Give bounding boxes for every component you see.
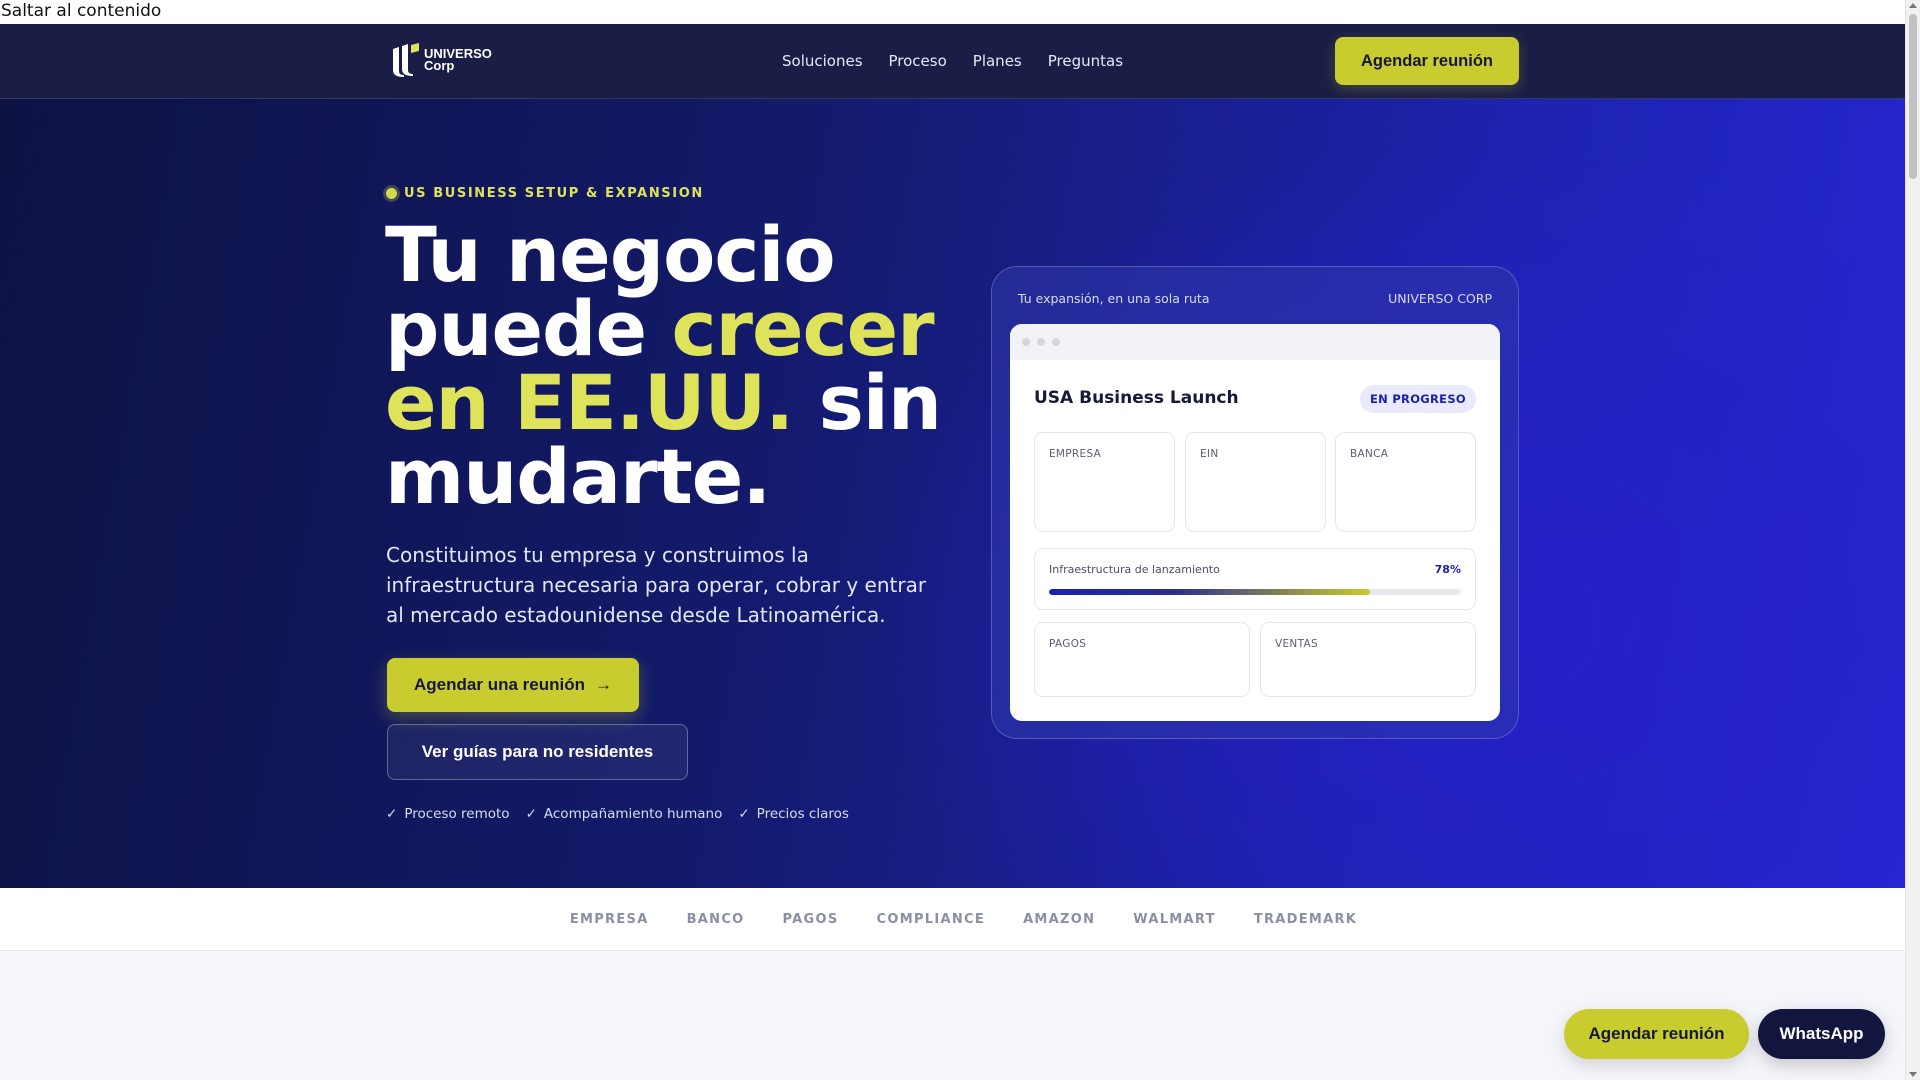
hero-title-part: mudarte. (385, 432, 771, 521)
progress-bar (1049, 589, 1461, 595)
window-dot-icon (1052, 338, 1060, 346)
service-label: TRADEMARK (1253, 911, 1358, 927)
page-scrollbar[interactable] (1905, 0, 1920, 1080)
tile-pagos: PAGOS (1034, 622, 1250, 697)
universo-corp-logo[interactable]: UNIVERSO Corp (391, 43, 492, 77)
card-brand: UNIVERSO CORP (1388, 291, 1492, 306)
hero-title: Tu negocio puede crecer en EE.UU. sin mu… (385, 217, 965, 515)
site-header: UNIVERSO Corp Soluciones Proceso Planes … (0, 24, 1905, 99)
tile-label: BANCA (1350, 448, 1389, 460)
mock-app-window: USA Business Launch EN PROGRESO EMPRESA … (1010, 324, 1500, 721)
service-label: PAGOS (782, 911, 839, 927)
nav-link-planes[interactable]: Planes (973, 52, 1022, 70)
service-label: AMAZON (1023, 911, 1096, 927)
scroll-down-arrow-icon[interactable] (1909, 1072, 1917, 1077)
eyebrow-dot-icon (386, 188, 397, 199)
scrollbar-thumb[interactable] (1909, 14, 1917, 179)
card-header: Tu expansión, en una sola ruta UNIVERSO … (1018, 291, 1492, 306)
nav-link-preguntas[interactable]: Preguntas (1048, 52, 1123, 70)
service-label: EMPRESA (569, 911, 649, 927)
hero-title-part: sin (793, 358, 942, 447)
tile-label: PAGOS (1049, 638, 1087, 650)
check-icon: ✓ (738, 806, 750, 822)
hero-eyebrow: US BUSINESS SETUP & EXPANSION (386, 186, 704, 201)
status-badge: EN PROGRESO (1359, 385, 1476, 413)
progress-label: Infraestructura de lanzamiento (1049, 563, 1220, 576)
window-dot-icon (1022, 338, 1030, 346)
launch-title: USA Business Launch (1034, 388, 1239, 408)
benefit-item: ✓ Acompañamiento humano (526, 806, 723, 822)
benefit-label: Precios claros (756, 806, 849, 822)
progress-bar-fill (1049, 589, 1371, 595)
benefit-label: Acompañamiento humano (543, 806, 723, 822)
floating-schedule-meeting-button[interactable]: Agendar reunión (1564, 1009, 1749, 1059)
tile-label: VENTAS (1275, 638, 1318, 650)
floating-whatsapp-button[interactable]: WhatsApp (1758, 1009, 1885, 1059)
non-resident-guides-button[interactable]: Ver guías para no residentes (387, 724, 688, 780)
tile-label: EIN (1200, 448, 1219, 460)
tile-empresa: EMPRESA (1034, 432, 1175, 532)
service-label: COMPLIANCE (876, 911, 986, 927)
scroll-up-arrow-icon[interactable] (1909, 3, 1917, 8)
logo-wordmark-line2: Corp (424, 58, 455, 73)
skip-to-content-link[interactable]: Saltar al contenido (0, 0, 1905, 24)
tile-ein: EIN (1185, 432, 1326, 532)
universo-logo-icon (393, 43, 419, 77)
tile-label: EMPRESA (1049, 448, 1102, 460)
service-label: BANCO (686, 911, 745, 927)
nav-link-soluciones[interactable]: Soluciones (782, 52, 863, 70)
benefit-label: Proceso remoto (404, 806, 510, 822)
header-schedule-meeting-button[interactable]: Agendar reunión (1335, 37, 1519, 85)
benefit-item: ✓ Proceso remoto (386, 806, 510, 822)
benefit-item: ✓ Precios claros (738, 806, 849, 822)
expansion-preview-card: Tu expansión, en una sola ruta UNIVERSO … (991, 266, 1519, 739)
check-icon: ✓ (525, 806, 537, 822)
services-strip: EMPRESA BANCO PAGOS COMPLIANCE AMAZON WA… (0, 888, 1905, 951)
window-titlebar (1010, 324, 1500, 360)
progress-percent: 78% (1434, 563, 1461, 576)
hero-benefits: ✓ Proceso remoto ✓ Acompañamiento humano… (386, 806, 849, 822)
tile-ventas: VENTAS (1260, 622, 1476, 697)
schedule-meeting-button[interactable]: Agendar una reunión → (387, 658, 639, 712)
card-caption: Tu expansión, en una sola ruta (1018, 291, 1210, 306)
tile-banca: BANCA (1335, 432, 1476, 532)
nav-link-proceso[interactable]: Proceso (889, 52, 947, 70)
main-nav: Soluciones Proceso Planes Preguntas (782, 52, 1123, 70)
hero-description: Constituimos tu empresa y construimos la… (386, 543, 927, 627)
window-dot-icon (1037, 338, 1045, 346)
eyebrow-text: US BUSINESS SETUP & EXPANSION (404, 186, 704, 201)
check-icon: ✓ (386, 806, 398, 822)
launch-progress-tile: Infraestructura de lanzamiento 78% (1034, 548, 1476, 610)
schedule-meeting-label: Agendar una reunión (414, 675, 585, 694)
service-label: WALMART (1133, 911, 1216, 927)
arrow-right-icon: → (594, 675, 612, 694)
